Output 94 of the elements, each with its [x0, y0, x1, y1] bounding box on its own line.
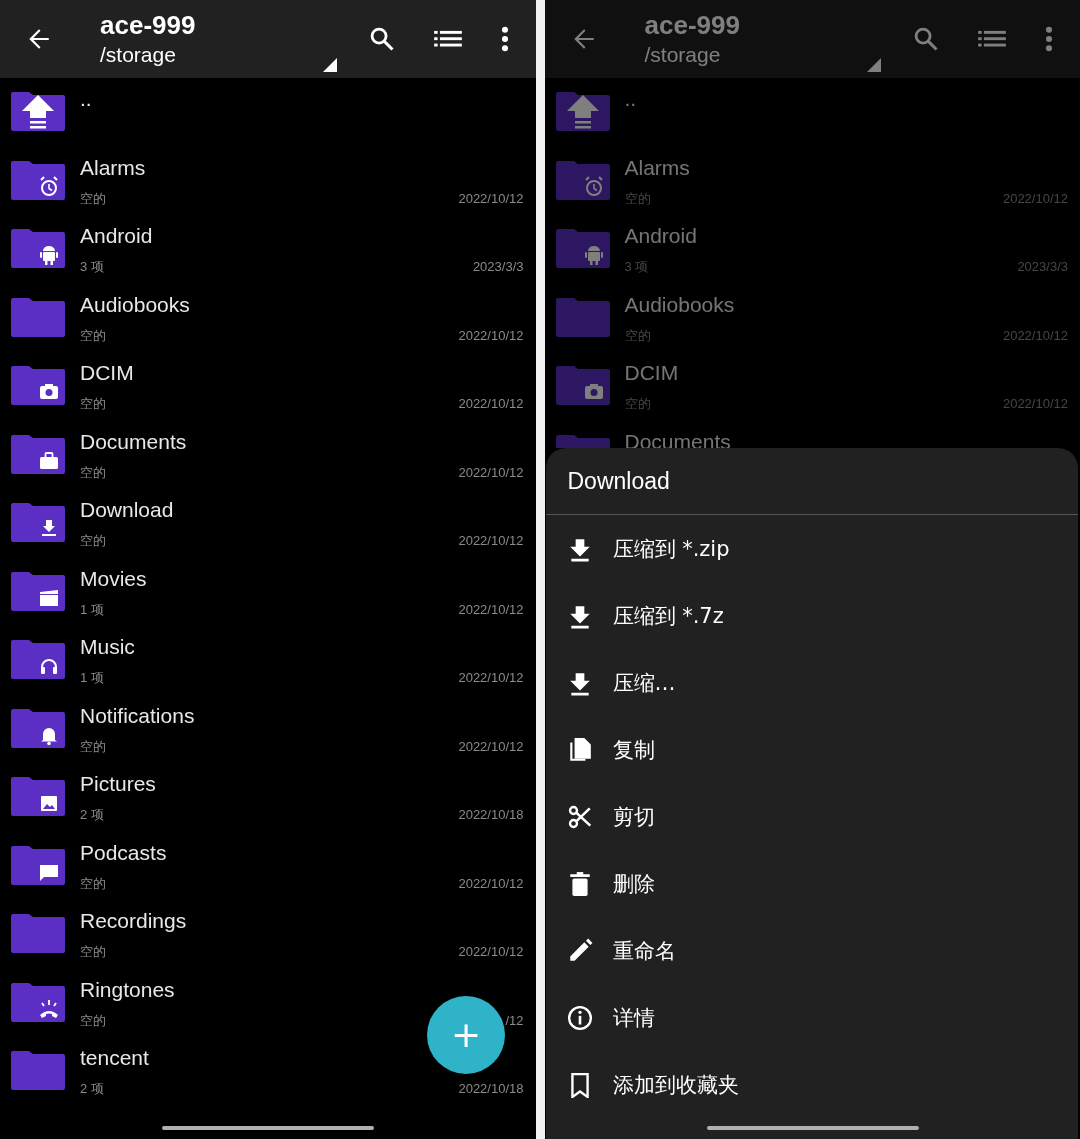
more-options-icon[interactable] [499, 25, 510, 53]
file-name: Alarms [80, 154, 146, 181]
download-folder-icon [9, 501, 67, 545]
headphones-folder-icon [9, 638, 67, 682]
modified-date: 2023/3/3 [472, 259, 524, 275]
item-count: 2 项 [80, 1081, 104, 1097]
item-count: 1 项 [80, 601, 104, 618]
menu-item[interactable]: 添加到收藏夹 [545, 1051, 1078, 1118]
modified-date: 2022/10/12 [458, 738, 524, 755]
bell-folder-icon [9, 706, 67, 751]
file-name: Documents [624, 428, 731, 448]
file-name: .. [624, 86, 637, 112]
item-count: 空的 [80, 875, 106, 892]
item-count: 空的 [624, 190, 651, 207]
info-icon [566, 1004, 593, 1031]
modified-date: 2022/10/12 [458, 533, 524, 549]
menu-item[interactable]: 重命名 [545, 917, 1078, 984]
item-count: 空的 [80, 396, 106, 412]
app-title: ace-999 [100, 9, 196, 41]
modified-date: 2022/10/12 [458, 944, 524, 960]
modified-date: /12 [505, 1012, 524, 1029]
item-count: 空的 [80, 944, 106, 960]
parent-folder-icon [9, 90, 67, 134]
file-name: Pictures [80, 771, 156, 797]
file-name: tencent [80, 1045, 149, 1071]
item-count: 空的 [80, 738, 106, 755]
menu-item[interactable]: 压缩… [545, 649, 1078, 716]
folder-icon [9, 1049, 67, 1093]
modified-date: 2022/10/12 [458, 670, 524, 686]
file-name: .. [80, 86, 92, 112]
menu-item[interactable]: 复制 [545, 716, 1078, 783]
modified-date: 2022/10/12 [1002, 190, 1068, 207]
modified-date: 2022/10/12 [458, 875, 524, 892]
file-name: Notifications [80, 702, 195, 729]
item-count: 3 项 [624, 259, 649, 275]
file-name: DCIM [624, 360, 679, 386]
app-title: ace-999 [644, 9, 740, 41]
item-count: 空的 [624, 396, 651, 412]
modified-date: 2022/10/12 [458, 464, 524, 481]
menu-item[interactable]: 详情 [545, 984, 1078, 1051]
item-count: 空的 [80, 327, 106, 344]
path-dropdown[interactable]: /storage [100, 41, 196, 69]
android-folder-icon [9, 227, 67, 271]
modified-date: 2023/3/3 [1017, 259, 1068, 275]
file-name: Download [80, 497, 174, 523]
item-count: 空的 [80, 1012, 106, 1029]
item-count: 空的 [624, 327, 651, 344]
parent-folder-icon [553, 90, 612, 134]
file-name: Movies [80, 565, 147, 592]
modified-date: 2022/10/12 [1002, 396, 1068, 412]
clapperboard-folder-icon [9, 569, 67, 614]
alarm-folder-icon [9, 158, 67, 203]
folder-icon [553, 295, 612, 340]
android-folder-icon [553, 227, 612, 271]
file-name: Android [624, 223, 697, 249]
item-count: 空的 [80, 190, 106, 207]
item-count: 空的 [80, 533, 106, 549]
modified-date: 2022/10/12 [458, 601, 524, 618]
file-name: Music [80, 634, 135, 660]
modified-date: 2022/10/12 [458, 327, 524, 344]
menu-item[interactable]: 压缩到 *.zip [545, 515, 1078, 582]
file-name: Recordings [80, 908, 187, 934]
file-name: Alarms [624, 154, 690, 181]
path-dropdown[interactable]: /storage [644, 41, 740, 69]
modified-date: 2022/10/12 [458, 190, 524, 207]
camera-folder-icon [9, 364, 67, 408]
dropdown-corner-icon[interactable] [322, 58, 337, 72]
modified-date: 2022/10/12 [458, 396, 524, 412]
modified-date: 2022/10/18 [458, 807, 524, 823]
file-name: Audiobooks [80, 291, 190, 318]
alarm-folder-icon [553, 158, 612, 203]
item-count: 2 项 [80, 807, 104, 823]
camera-folder-icon [553, 364, 612, 408]
file-name: Ringtones [80, 976, 175, 1003]
sheet-title: Download [545, 448, 1078, 515]
folder-icon [9, 295, 67, 340]
item-count: 1 项 [80, 670, 104, 686]
file-name: Documents [80, 428, 187, 455]
modified-date: 2022/10/12 [1002, 327, 1068, 344]
item-count: 3 项 [80, 259, 104, 275]
folder-icon [9, 912, 67, 956]
file-name: Podcasts [80, 839, 167, 866]
menu-item[interactable]: 剪切 [545, 783, 1078, 850]
image-folder-icon [9, 775, 67, 819]
menu-item[interactable]: 删除 [545, 850, 1078, 917]
file-name: DCIM [80, 360, 134, 386]
file-name: Android [80, 223, 153, 249]
chat-folder-icon [9, 843, 67, 888]
ringer-folder-icon [9, 980, 67, 1025]
file-name: Audiobooks [624, 291, 735, 318]
scissors-icon [566, 803, 593, 830]
menu-item[interactable]: 压缩到 *.7z [545, 582, 1078, 649]
modified-date: 2022/10/18 [458, 1081, 524, 1097]
item-count: 空的 [80, 464, 106, 481]
